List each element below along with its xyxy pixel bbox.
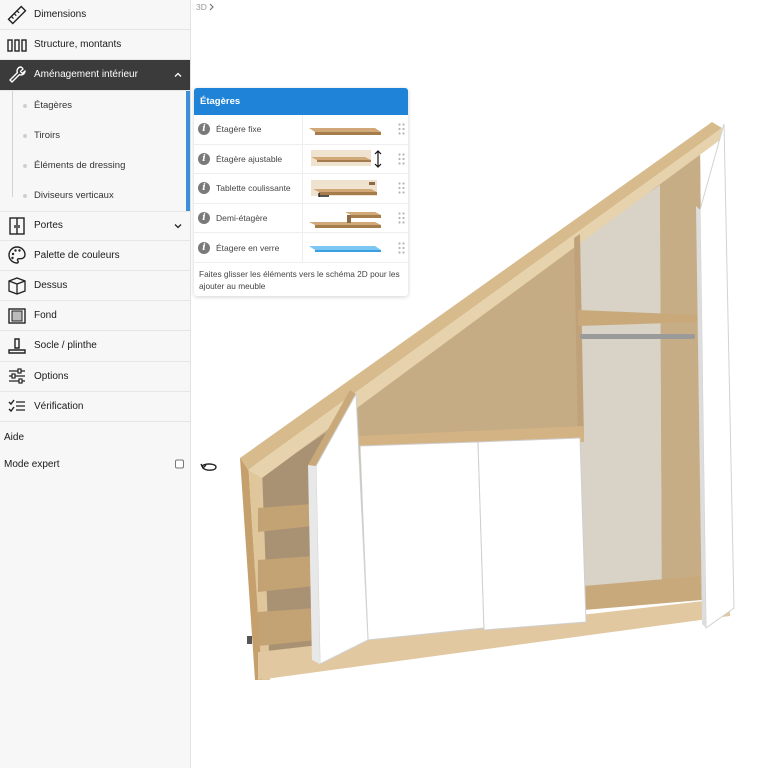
sidebar-item-amenagement[interactable]: Aménagement intérieur	[0, 60, 190, 91]
expert-mode-row[interactable]: Mode expert	[0, 451, 190, 478]
chevron-up-icon[interactable]	[174, 71, 182, 79]
bullet-dot	[23, 103, 27, 108]
shelf-item-demi[interactable]: i Demi-étagère	[194, 203, 408, 234]
shelf-item-verre[interactable]: i Étagere en verre	[194, 233, 408, 263]
submenu-item-diviseurs[interactable]: Diviseurs verticaux	[0, 181, 186, 211]
hanging-rod	[580, 334, 695, 339]
foot-left	[247, 636, 252, 644]
sidebar-item-dessus[interactable]: Dessus	[0, 271, 190, 302]
help-link[interactable]: Aide	[0, 424, 190, 451]
shelf-item-label: Étagere en verre	[216, 242, 280, 253]
sidebar-item-dimensions[interactable]: Dimensions	[0, 0, 190, 31]
sidebar-item-label: Aménagement intérieur	[34, 69, 138, 81]
shelves-panel: Étagères i Étagère fixe i Étagère ajusta…	[194, 88, 408, 296]
center-door-right[interactable]	[477, 437, 587, 631]
left-shelf-3	[258, 608, 316, 646]
shelf-item-fixe[interactable]: i Étagère fixe	[194, 115, 408, 145]
shelf-item-label: Demi-étagère	[216, 213, 268, 224]
chevron-right-icon	[209, 3, 214, 11]
sidebar-item-verification[interactable]: Vérification	[0, 392, 190, 422]
drag-handle-icon[interactable]	[398, 242, 405, 254]
shelf-item-ajustable[interactable]: i Étagère ajustable	[194, 144, 408, 175]
adjustable-shelf-icon[interactable]	[302, 144, 386, 174]
drag-handle-icon[interactable]	[398, 212, 405, 224]
sidebar-item-label: Structure, montants	[34, 39, 122, 51]
sidebar-item-label: Fond	[34, 310, 57, 322]
left-shelf-2	[258, 556, 314, 592]
right-compartment-interior	[578, 185, 662, 605]
back-panel-icon	[0, 306, 34, 326]
sidebar-item-options[interactable]: Options	[0, 362, 190, 392]
center-door-left[interactable]	[359, 441, 485, 641]
sidebar-item-label: Vérification	[34, 400, 84, 412]
expert-mode-label: Mode expert	[4, 458, 60, 470]
breadcrumb-label[interactable]: 3D	[196, 2, 207, 12]
sidebar-item-label: Palette de couleurs	[34, 249, 120, 261]
sidebar-item-portes[interactable]: Portes	[0, 210, 190, 241]
glass-shelf-icon[interactable]	[302, 233, 386, 263]
right-open-door[interactable]	[699, 123, 735, 629]
shelf-item-coulissante[interactable]: i Tablette coulissante	[194, 174, 408, 204]
info-icon[interactable]: i	[198, 241, 210, 254]
sidebar-item-label: Portes	[34, 220, 63, 232]
shelf-item-label: Étagère fixe	[216, 124, 262, 135]
bullet-dot	[23, 193, 27, 198]
submenu-item-label: Tiroirs	[34, 130, 61, 142]
panel-title: Étagères	[194, 88, 408, 115]
submenu-item-label: Éléments de dressing	[34, 160, 126, 172]
sidebar: Dimensions Structure, montants Aménageme…	[0, 0, 191, 768]
submenu-item-etageres[interactable]: Étagères	[0, 91, 186, 121]
help-label: Aide	[4, 431, 25, 443]
sliding-shelf-icon[interactable]	[302, 174, 386, 204]
info-icon[interactable]: i	[198, 123, 210, 136]
sidebar-item-label: Socle / plinthe	[34, 340, 97, 352]
sidebar-item-label: Dessus	[34, 280, 68, 292]
rotate-icon[interactable]	[198, 458, 220, 474]
submenu-item-label: Diviseurs verticaux	[34, 190, 114, 202]
drag-handle-icon[interactable]	[398, 123, 405, 135]
sidebar-item-socle[interactable]: Socle / plinthe	[0, 331, 190, 362]
columns-icon	[0, 35, 34, 55]
palette-icon	[0, 245, 34, 265]
sidebar-item-palette[interactable]: Palette de couleurs	[0, 241, 190, 271]
fixed-shelf-icon[interactable]	[302, 115, 386, 144]
bullet-dot	[23, 163, 27, 168]
submenu-item-dressing[interactable]: Éléments de dressing	[0, 151, 186, 181]
breadcrumb[interactable]: 3D	[194, 2, 217, 12]
shelf-item-label: Étagère ajustable	[216, 153, 283, 164]
sidebar-item-fond[interactable]: Fond	[0, 301, 190, 332]
submenu-item-tiroirs[interactable]: Tiroirs	[0, 121, 186, 151]
panel-hint: Faites glisser les éléments vers le sché…	[199, 268, 400, 291]
drag-handle-icon[interactable]	[398, 153, 405, 165]
sidebar-item-label: Dimensions	[34, 9, 87, 21]
drag-handle-icon[interactable]	[398, 182, 405, 195]
plinth-icon	[0, 336, 34, 356]
info-icon[interactable]: i	[198, 212, 210, 225]
door-icon	[0, 216, 34, 236]
chevron-down-icon[interactable]	[174, 222, 182, 230]
submenu-item-label: Étagères	[34, 100, 73, 112]
bullet-dot	[23, 133, 27, 138]
ruler-icon	[0, 5, 34, 25]
expert-mode-checkbox[interactable]	[175, 459, 184, 469]
sidebar-item-structure[interactable]: Structure, montants	[0, 30, 190, 61]
checklist-icon	[0, 396, 34, 416]
shelf-item-label: Tablette coulissante	[216, 183, 291, 194]
info-icon[interactable]: i	[198, 182, 210, 195]
half-shelf-icon[interactable]	[302, 203, 386, 233]
submenu-amenagement: Étagères Tiroirs Éléments de dressing Di…	[0, 90, 190, 211]
box-top-icon	[0, 276, 34, 296]
wrench-icon	[0, 65, 34, 85]
sliders-icon	[0, 366, 34, 386]
info-icon[interactable]: i	[198, 152, 210, 165]
sidebar-item-label: Options	[34, 370, 69, 382]
